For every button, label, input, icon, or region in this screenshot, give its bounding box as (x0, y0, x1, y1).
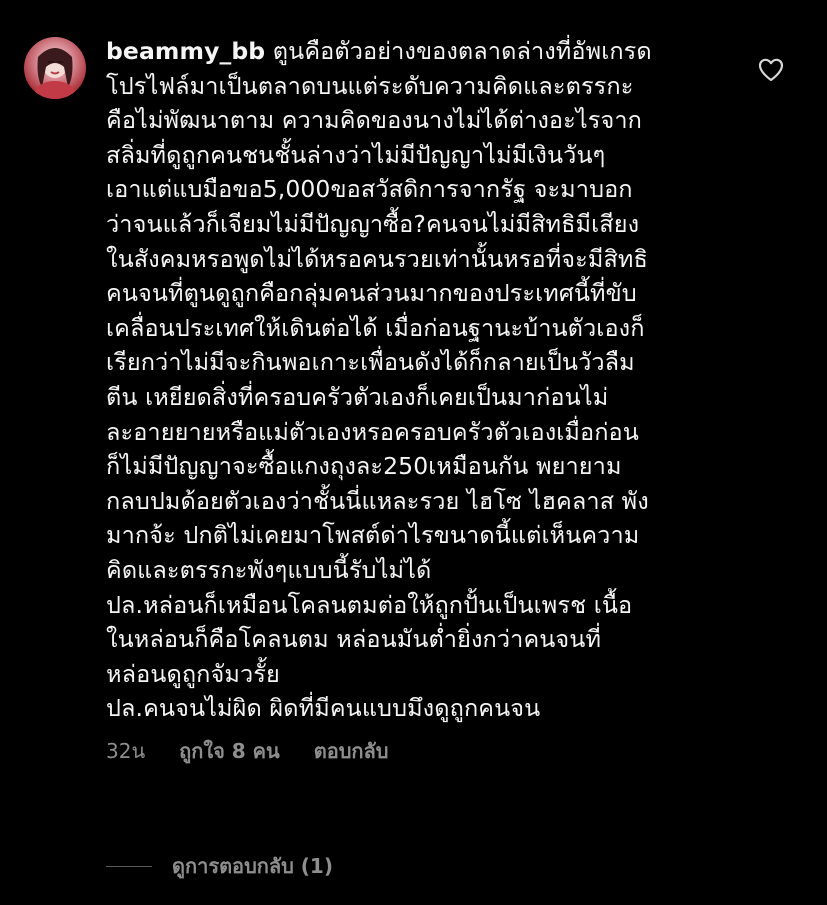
comment-line: ละอายยายหรือแม่ตัวเองหรอครอบครัวตัวเองเม… (106, 417, 639, 446)
reply-button[interactable]: ตอบกลับ (314, 735, 389, 767)
comment-line: ก็ไม่มีปัญญาจะซื้อแกงถุงละ250เหมือนกัน พ… (106, 452, 622, 481)
comment-line: กลบปมด้อยตัวเองว่าชั้นนี่แหละรวย ไฮโซ ไฮ… (106, 486, 649, 515)
comment-body: beammy_bb ตูนคือตัวอย่างของตลาดล่างที่อั… (106, 34, 746, 766)
ps1-line: หล่อนดูถูกจัมวรั้ย (106, 659, 280, 688)
heart-icon[interactable] (758, 58, 784, 82)
comment-line: ว่าจนแล้วก็เจียมไม่มีปัญญาซื้อ?คนจนไม่มี… (106, 209, 640, 238)
comment-text: beammy_bb ตูนคือตัวอย่างของตลาดล่างที่อั… (106, 34, 746, 726)
comment-line: โปรไฟล์มาเป็นตลาดบนแต่ระดับความคิดและตรร… (106, 71, 634, 100)
ps1-line: ในหล่อนก็คือโคลนตม หล่อนมันต่ำยิ่งกว่าคน… (106, 625, 602, 654)
comment-line: ในสังคมหรอพูดไม่ได้หรอคนรวยเท่านั้นหรอที… (106, 244, 648, 273)
ps2-line: ปล.คนจนไม่ผิด ผิดที่มีคนแบบมึงดูถูกคนจน (106, 694, 541, 723)
comment-line: เรียกว่าไม่มีจะกินพอเกาะเพื่อนดังได้ก็กล… (106, 348, 635, 377)
view-replies-label: ดูการตอบกลับ (1) (172, 854, 333, 878)
comment-line: ตีน เหยียดสิ่งที่ครอบครัวตัวเองก็เคยเป็น… (106, 382, 609, 411)
comment-meta: 32น ถูกใจ 8 คน ตอบกลับ (106, 736, 746, 766)
comment-line: เอาแต่แบมือขอ5,000ขอสวัสดิการจากรัฐ จะมา… (106, 175, 633, 204)
comment-line: มากจ้ะ ปกติไม่เคยมาโพสต์ด่าไรขนาดนี้แต่เ… (106, 521, 640, 550)
comment-line: คนจนที่ตูนดูถูกคือกลุ่มคนส่วนมากของประเท… (106, 279, 637, 308)
likes-count-link[interactable]: ถูกใจ 8 คน (179, 735, 280, 767)
comment-line: คิดและตรรกะพังๆแบบนี้รับไม่ได้ (106, 555, 432, 584)
comment-line: คือไม่พัฒนาตาม ความคิดของนางไม่ได้ต่างอะ… (106, 106, 643, 135)
view-replies-button[interactable]: ดูการตอบกลับ (1) (106, 850, 333, 882)
comment-line: สลิ่มที่ดูถูกคนชนชั้นล่างว่าไม่มีปัญญาไม… (106, 140, 606, 169)
divider (106, 865, 152, 867)
ps1-line: ปล.หล่อนก็เหมือนโคลนตมต่อให้ถูกปั้นเป็นเ… (106, 590, 633, 619)
comment-line: เคลื่อนประเทศให้เดินต่อได้ เมื่อก่อนฐานะ… (106, 313, 645, 342)
username-link[interactable]: beammy_bb (106, 37, 265, 65)
comment-timestamp: 32น (106, 738, 146, 763)
comment-line-1: beammy_bb ตูนคือตัวอย่างของตลาดล่างที่อั… (106, 37, 652, 65)
avatar[interactable] (24, 37, 86, 99)
